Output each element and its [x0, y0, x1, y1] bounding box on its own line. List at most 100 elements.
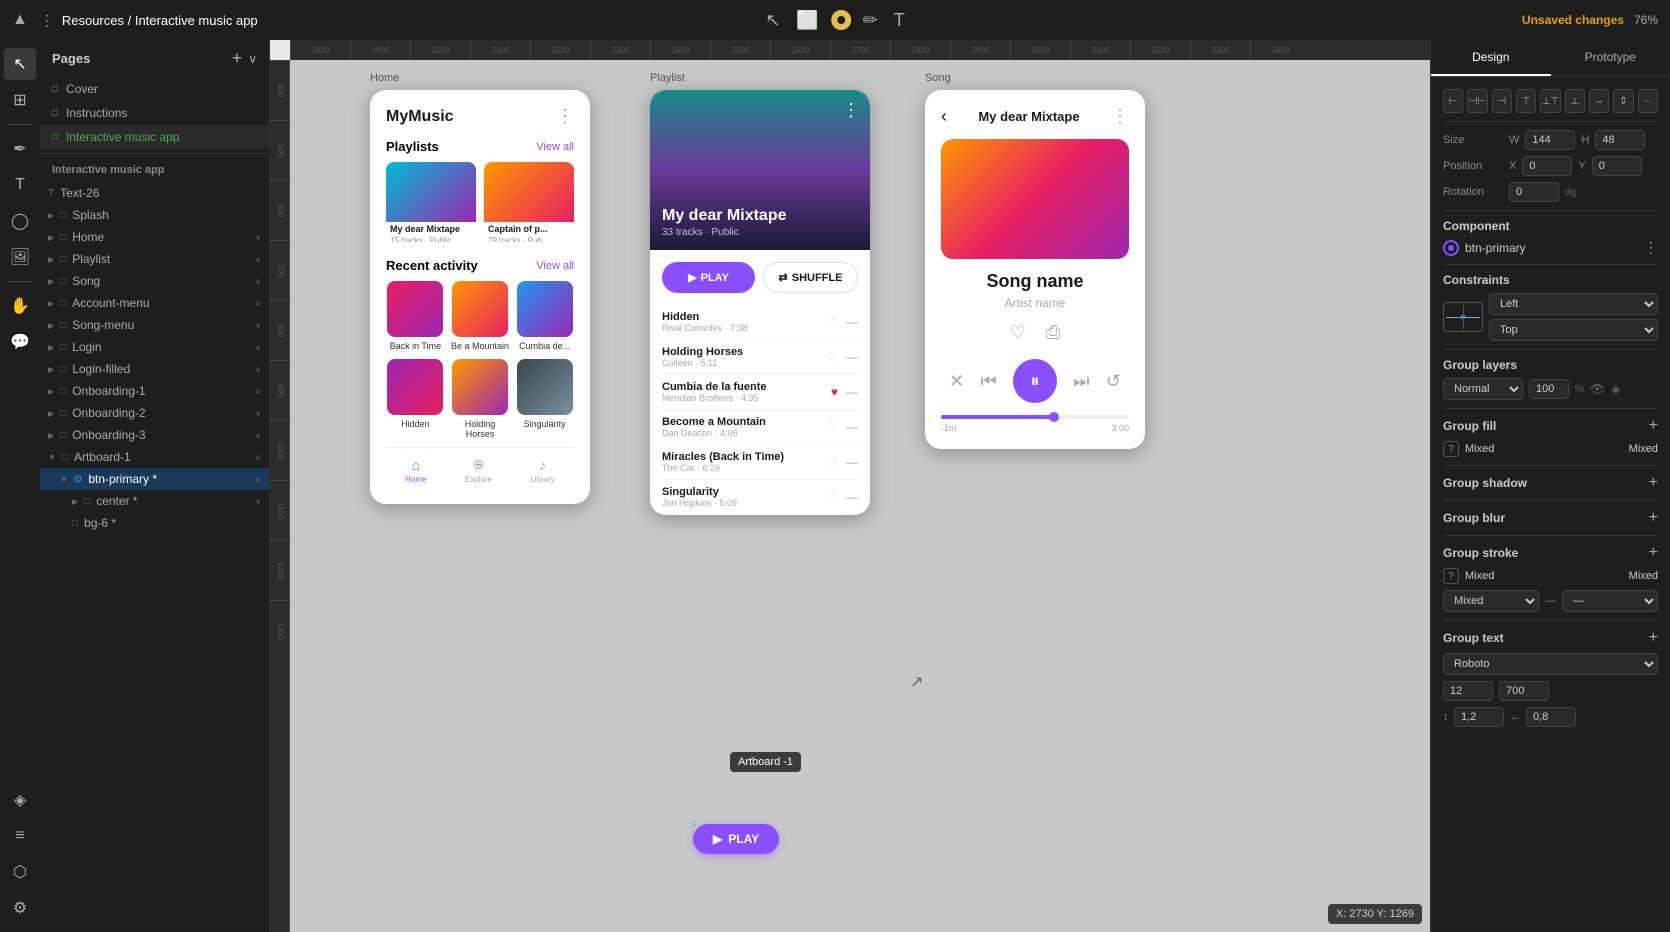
text-tool[interactable]: T	[4, 169, 36, 201]
visibility-btn[interactable]: 👁	[1590, 382, 1605, 396]
add-stroke-btn[interactable]: +	[1649, 544, 1658, 562]
playlist-card-2[interactable]: Captain of p... 79 tracks · Pub...	[484, 162, 574, 242]
recent-item-1[interactable]: Back in Time	[386, 281, 445, 351]
recent-item-2[interactable]: Be a Mountain	[451, 281, 510, 351]
lock-btn[interactable]: ◈	[1611, 382, 1620, 396]
playlist-hero-dots[interactable]: ⋮	[842, 100, 860, 121]
blend-mode-select[interactable]: Normal	[1443, 378, 1523, 400]
playlist-play-btn[interactable]: ▶ PLAY	[662, 262, 755, 293]
layer-artboard1[interactable]: ▼ □ Artboard-1 ∧	[40, 446, 269, 468]
recent-item-3[interactable]: Cumbia de...	[515, 281, 574, 351]
letter-spacing-input[interactable]	[1526, 707, 1576, 727]
artboard-play-btn[interactable]: ▶ PLAY	[693, 824, 779, 854]
more-miracles[interactable]: —	[846, 455, 858, 469]
recent-item-5[interactable]: Holding Horses	[451, 359, 510, 439]
rewind-btn[interactable]: ⏮	[981, 371, 997, 392]
layer-song[interactable]: ▶ □ Song ∨	[40, 270, 269, 292]
shape-tool[interactable]: ◯	[4, 205, 36, 237]
add-page-btn[interactable]: +	[232, 48, 243, 69]
tab-prototype[interactable]: Prototype	[1551, 40, 1670, 76]
more-cumbia[interactable]: —	[846, 385, 858, 399]
pen-tool[interactable]: ✒	[4, 133, 36, 165]
align-left-btn[interactable]: ⊢	[1443, 89, 1463, 113]
select-tool[interactable]: ↖	[4, 48, 36, 80]
favorite-btn[interactable]: ♡	[1010, 322, 1026, 343]
heart-horses[interactable]: ♡	[827, 350, 838, 364]
layer-splash[interactable]: ▶ □ Splash	[40, 204, 269, 226]
component-tool[interactable]: ◈	[4, 784, 36, 816]
hand-tool[interactable]: ✋	[4, 290, 36, 322]
assets-tool[interactable]: ⬡	[4, 856, 36, 888]
layer-account-menu[interactable]: ▶ □ Account-menu ∨	[40, 292, 269, 314]
share-btn[interactable]: ⎙	[1046, 322, 1060, 343]
layer-onboarding2[interactable]: ▶ □ Onboarding-2 ∨	[40, 402, 269, 424]
nav-home[interactable]: ⌂ Home	[405, 457, 426, 484]
align-right-btn[interactable]: ⊣	[1492, 89, 1512, 113]
more-align-btn[interactable]: ⋯	[1638, 89, 1658, 113]
heart-mountain[interactable]: ♡	[827, 420, 838, 434]
more-mountain[interactable]: —	[846, 420, 858, 434]
track-item-hidden[interactable]: Hidden Rival Consoles · 7:38 ♡ —	[662, 305, 858, 340]
width-input[interactable]	[1525, 130, 1575, 150]
layer-btn-primary[interactable]: ▼ ⊙ btn-primary * ∧	[40, 468, 269, 490]
track-item-mountain[interactable]: Become a Mountain Dan Deacon · 4:06 ♡ —	[662, 410, 858, 445]
playlists-view-all[interactable]: View all	[536, 141, 574, 153]
constraint-h-select[interactable]: Left	[1489, 293, 1658, 315]
heart-miracles[interactable]: ♡	[827, 455, 838, 469]
heart-singularity[interactable]: ♡	[827, 490, 838, 504]
align-center-v-btn[interactable]: ⊥⊤	[1540, 89, 1560, 113]
distribute-v-btn[interactable]: ⇕	[1613, 89, 1633, 113]
frame-tool[interactable]: ⊞	[4, 84, 36, 116]
playlist-shuffle-btn[interactable]: ⇄ SHUFFLE	[763, 262, 858, 293]
page-item-cover[interactable]: □ Cover	[40, 77, 269, 101]
nav-explore[interactable]: ⊕ Explore	[465, 456, 492, 484]
recent-item-6[interactable]: Singularity	[515, 359, 574, 439]
stroke-style-select[interactable]: Mixed	[1443, 590, 1539, 612]
y-input[interactable]	[1592, 156, 1642, 176]
track-item-horses[interactable]: Holding Horses Colleen · 5:11 ♡ —	[662, 340, 858, 375]
layer-playlist[interactable]: ▶ □ Playlist ∨	[40, 248, 269, 270]
tab-design[interactable]: Design	[1431, 40, 1551, 76]
canvas-content[interactable]: Home MyMusic ⋮ Playlists View all	[290, 60, 1430, 932]
recent-view-all[interactable]: View all	[536, 260, 574, 272]
settings-tool[interactable]: ⚙	[4, 892, 36, 924]
more-singularity[interactable]: —	[846, 490, 858, 504]
stroke-swatch[interactable]: ?	[1443, 568, 1459, 584]
layer-text26[interactable]: T Text-26	[40, 182, 269, 204]
home-menu-dots[interactable]: ⋮	[556, 106, 574, 127]
height-input[interactable]	[1595, 130, 1645, 150]
add-shadow-btn[interactable]: +	[1649, 474, 1658, 492]
x-input[interactable]	[1522, 156, 1572, 176]
add-text-btn[interactable]: +	[1649, 629, 1658, 647]
opacity-input[interactable]	[1529, 379, 1569, 399]
menu-dots[interactable]: ⋮	[40, 12, 54, 29]
layer-onboarding1[interactable]: ▶ □ Onboarding-1 ∨	[40, 380, 269, 402]
rotation-input[interactable]	[1509, 182, 1559, 202]
nav-library[interactable]: ♪ Library	[530, 457, 554, 484]
recent-item-4[interactable]: Hidden	[386, 359, 445, 439]
layer-center[interactable]: ▶ □ center * ∨	[40, 490, 269, 512]
zoom-control[interactable]: 76%	[1634, 13, 1658, 27]
align-center-h-btn[interactable]: ⊣⊢	[1467, 89, 1487, 113]
pen-tool-btn[interactable]: ✏	[859, 6, 882, 35]
add-fill-btn[interactable]: +	[1649, 417, 1658, 435]
track-item-cumbia[interactable]: Cumbia de la fuente Meridian Brothers · …	[662, 375, 858, 410]
comment-tool[interactable]: 💬	[4, 326, 36, 358]
layer-login[interactable]: ▶ □ Login ∨	[40, 336, 269, 358]
progress-track[interactable]	[941, 415, 1129, 419]
fast-forward-btn[interactable]: ⏭	[1073, 371, 1089, 392]
fill-swatch[interactable]: ?	[1443, 441, 1459, 457]
component-more-btn[interactable]: ⋮	[1644, 239, 1658, 256]
heart-hidden[interactable]: ♡	[827, 315, 838, 329]
frame-tool-btn[interactable]: ⬜	[792, 6, 822, 35]
page-item-interactive-music[interactable]: □ Interactive music app	[40, 125, 269, 149]
close-btn[interactable]: ✕	[949, 371, 964, 392]
back-btn[interactable]: ‹	[941, 106, 947, 127]
image-tool[interactable]: 🖼	[4, 241, 36, 273]
layer-home[interactable]: ▶ □ Home ∨	[40, 226, 269, 248]
more-horses[interactable]: —	[846, 350, 858, 364]
track-item-miracles[interactable]: Miracles (Back in Time) The Car · 6:29 ♡…	[662, 445, 858, 480]
playlist-card-1[interactable]: My dear Mixtape 15 tracks · Public	[386, 162, 476, 242]
font-select[interactable]: Roboto	[1443, 653, 1658, 675]
expand-pages-btn[interactable]: ∨	[248, 52, 257, 66]
